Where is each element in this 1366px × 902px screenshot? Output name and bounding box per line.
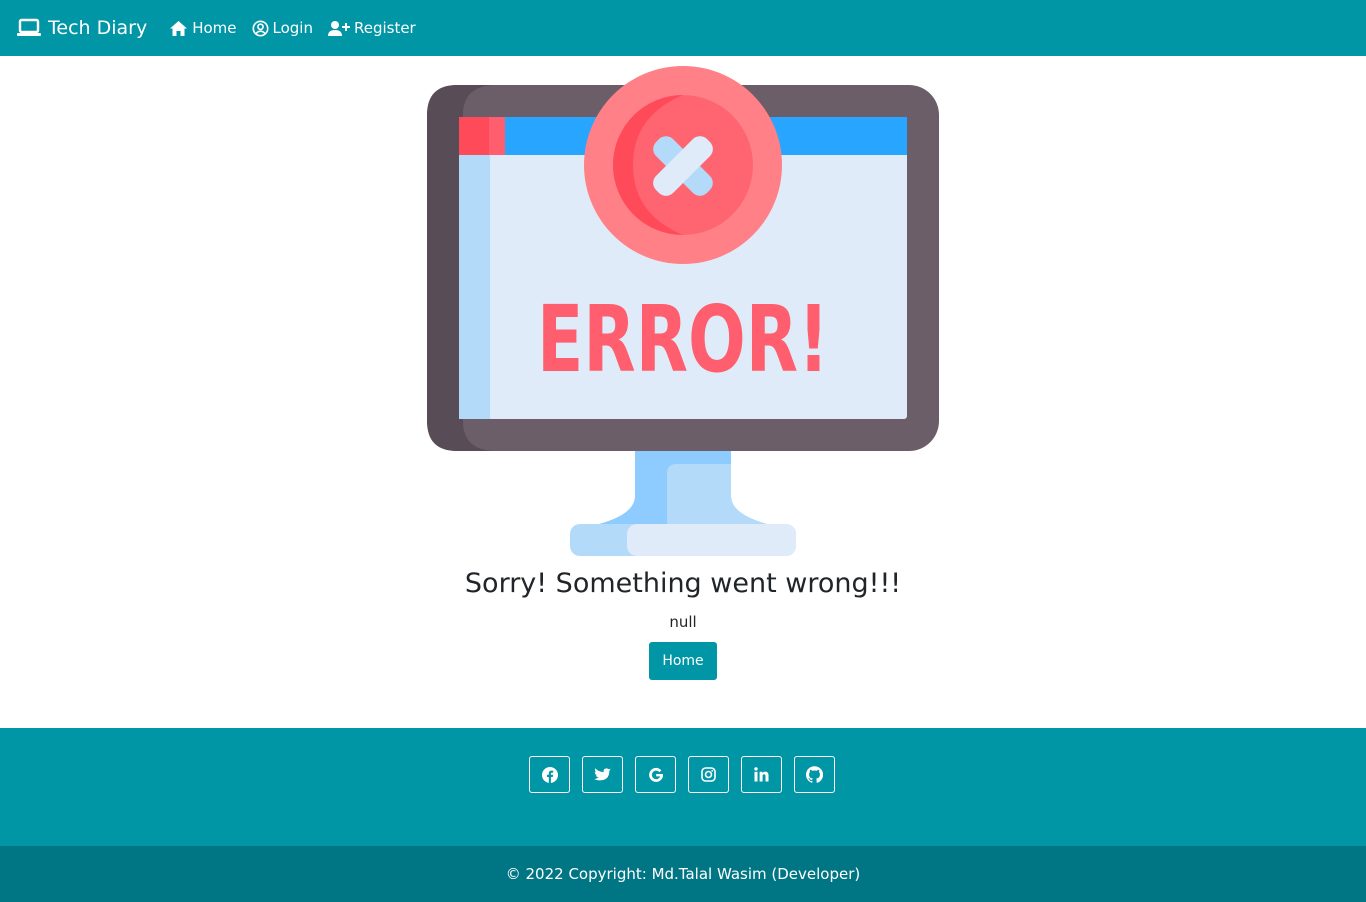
home-icon bbox=[170, 20, 188, 36]
nav-register-label: Register bbox=[353, 19, 416, 37]
user-plus-icon bbox=[327, 20, 350, 36]
google-button[interactable] bbox=[635, 756, 676, 793]
twitter-button[interactable] bbox=[582, 756, 623, 793]
instagram-icon bbox=[701, 767, 716, 782]
error-title: Sorry! Something went wrong!!! bbox=[464, 568, 902, 599]
facebook-icon bbox=[541, 766, 558, 783]
github-icon bbox=[806, 766, 823, 783]
footer bbox=[0, 728, 1366, 846]
social-links bbox=[529, 756, 835, 793]
home-button[interactable]: Home bbox=[649, 642, 717, 680]
brand-name: Tech Diary bbox=[48, 17, 148, 39]
instagram-button[interactable] bbox=[688, 756, 729, 793]
copyright-text: © 2022 Copyright: Md.Talal Wasim (Develo… bbox=[505, 865, 861, 883]
twitter-icon bbox=[594, 767, 611, 780]
laptop-icon bbox=[17, 18, 41, 36]
brand-link[interactable]: Tech Diary bbox=[16, 17, 147, 39]
github-button[interactable] bbox=[794, 756, 835, 793]
nav-home[interactable]: Home bbox=[169, 19, 237, 37]
error-message: null bbox=[669, 613, 697, 631]
google-icon bbox=[648, 767, 663, 782]
error-monitor-icon: ERROR! bbox=[427, 66, 939, 556]
linkedin-button[interactable] bbox=[741, 756, 782, 793]
nav-login[interactable]: Login bbox=[252, 19, 313, 37]
navbar: Tech Diary Home Login Register bbox=[0, 0, 1366, 56]
copyright-bar: © 2022 Copyright: Md.Talal Wasim (Develo… bbox=[0, 846, 1366, 902]
nav-register[interactable]: Register bbox=[327, 19, 416, 37]
linkedin-icon bbox=[754, 767, 769, 782]
nav-home-label: Home bbox=[192, 19, 237, 37]
nav-login-label: Login bbox=[272, 19, 313, 37]
facebook-button[interactable] bbox=[529, 756, 570, 793]
illustration-error-text: ERROR! bbox=[537, 286, 829, 393]
user-circle-icon bbox=[252, 20, 268, 36]
